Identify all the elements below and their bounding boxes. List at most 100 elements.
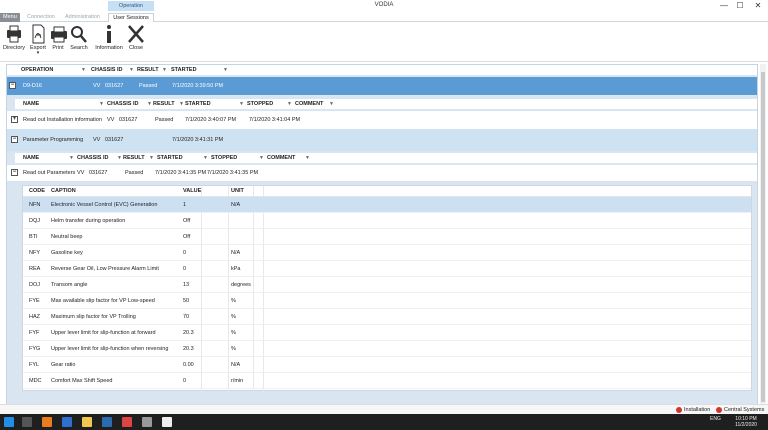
close-button[interactable]: Close [126,24,146,58]
expand-icon[interactable]: + [11,116,18,123]
filter-icon[interactable]: ▼ [259,153,264,163]
col-result[interactable]: RESULT [153,99,175,109]
installation-status[interactable]: Installation [676,406,710,414]
parameter-row[interactable]: FYG Upper lever limit for slip-function w… [23,341,751,357]
ribbon-tabs: Menu Connection Administration User Sess… [0,12,768,22]
search-button[interactable]: Search [70,24,88,58]
col-started[interactable]: STARTED [185,99,211,109]
language-indicator[interactable]: ENG [710,416,721,422]
col-comment[interactable]: COMMENT [267,153,295,163]
filter-icon[interactable]: ▼ [129,65,134,75]
filter-icon[interactable]: ▼ [117,153,122,163]
filter-icon[interactable]: ▼ [99,99,104,109]
col-name[interactable]: NAME [23,99,39,109]
parameter-row[interactable]: DQJ Helm transfer during operation Off [23,213,751,229]
filter-icon[interactable]: ▼ [69,153,74,163]
word-icon[interactable] [102,417,112,427]
param-value: 13 [183,282,190,288]
col-comment[interactable]: COMMENT [295,99,323,109]
col-chassis-id[interactable]: CHASSIS ID [107,99,138,109]
collapse-icon[interactable]: − [11,169,18,176]
tab-administration[interactable]: Administration [62,13,103,22]
central-systems-status-icon [716,406,722,413]
taskview-icon[interactable] [22,417,32,427]
close-window-button[interactable]: ✕ [752,1,764,10]
table-row[interactable]: − D9-D16 VV 031627 Passed 7/1/2020 3:39:… [7,77,757,95]
start-icon[interactable] [4,417,14,427]
col-unit[interactable]: UNIT [231,186,244,197]
col-started[interactable]: STARTED [157,153,183,163]
filter-icon[interactable]: ▼ [162,65,167,75]
stopped: 7/1/2020 3:41:04 PM [249,117,301,123]
print-button[interactable]: Print [50,24,67,58]
filter-icon[interactable]: ▼ [329,99,334,109]
tab-user-sessions[interactable]: User Sessions [108,13,154,22]
param-unit: N/A [231,362,241,368]
col-started[interactable]: STARTED [171,65,197,75]
export-button[interactable]: Export ▾ [28,24,48,58]
parameter-row[interactable]: REA Reverse Gear Oil, Low Pressure Alarm … [23,261,751,277]
vodia-taskbar-icon[interactable] [162,417,172,427]
explorer-icon[interactable] [82,417,92,427]
tab-connection[interactable]: Connection [24,13,58,22]
export-dropdown-icon[interactable]: ▾ [28,51,48,56]
parameter-row[interactable]: BTI Neutral beep Off [23,229,751,245]
minimize-button[interactable]: — [718,1,730,10]
col-result[interactable]: RESULT [137,65,159,75]
col-name[interactable]: NAME [23,153,39,163]
collapse-icon[interactable]: − [11,136,18,143]
filter-icon[interactable]: ▼ [305,153,310,163]
parameter-row[interactable]: FYE Max available slip factor for VP Low-… [23,293,751,309]
col-code[interactable]: CODE [29,186,45,197]
information-label: Information [95,45,123,51]
col-operation[interactable]: OPERATION [21,65,53,75]
param-caption: Maximum slip factor for VP Trolling [51,314,136,320]
information-button[interactable]: Information [94,24,124,58]
context-tab-group-operation: Operation [108,1,154,11]
filter-icon[interactable]: ▼ [287,99,292,109]
maximize-button[interactable]: ☐ [734,1,746,10]
parameter-row[interactable]: HAZ Maximum slip factor for VP Trolling 70… [23,309,751,325]
col-value[interactable]: VALUE [183,186,201,197]
filter-icon[interactable]: ▼ [239,99,244,109]
central-systems-status[interactable]: Central Systems [716,406,764,414]
col-stopped[interactable]: STOPPED [247,99,273,109]
param-code: FYG [29,346,41,352]
filter-icon[interactable]: ▼ [149,153,154,163]
table-row[interactable]: + Read out Installation information VV 0… [7,111,757,129]
table-row[interactable]: − Read out Parameters VV 031627 Passed 7… [7,165,757,181]
firefox-icon[interactable] [42,417,52,427]
parameter-row[interactable]: FYF Upper lever limit for slip-function a… [23,325,751,341]
col-chassis-id[interactable]: CHASSIS ID [77,153,108,163]
tab-menu[interactable]: Menu [0,13,20,22]
table-row[interactable]: − Parameter Programming VV 031627 7/1/20… [7,129,757,151]
col-result[interactable]: RESULT [123,153,145,163]
param-value: Off [183,234,191,240]
param-code: NFN [29,202,41,208]
filter-icon[interactable]: ▼ [81,65,86,75]
parameter-row[interactable]: FYL Gear ratio 0.00 N/A [23,357,751,373]
filter-icon[interactable]: ▼ [203,153,208,163]
app-icon[interactable] [142,417,152,427]
parameter-row[interactable]: MDC Comfort Max Shift Speed 0 r/min [23,373,751,389]
parameter-row[interactable]: NFY Gasoline key 0 N/A [23,245,751,261]
result: Passed [125,170,144,176]
filter-icon[interactable]: ▼ [147,99,152,109]
filter-icon[interactable]: ▼ [179,99,184,109]
parameter-row[interactable]: NFN Electronic Vessel Control (EVC) Gener… [23,197,751,213]
col-chassis-id[interactable]: CHASSIS ID [91,65,122,75]
vertical-scrollbar[interactable] [760,64,766,410]
col-stopped[interactable]: STOPPED [211,153,237,163]
param-caption: Upper lever limit for slip-function when… [51,346,169,352]
parameter-row[interactable]: DOJ Transom angle 13 degrees [23,277,751,293]
col-caption[interactable]: CAPTION [51,186,76,197]
close-label: Close [128,45,144,51]
edge-icon[interactable] [62,417,72,427]
pdf-icon[interactable] [122,417,132,427]
clock[interactable]: 10:10 PM 11/2/2020 [728,416,764,428]
scrollbar-thumb[interactable] [761,72,765,402]
directory-button[interactable]: Directory [3,24,25,58]
filter-icon[interactable]: ▼ [223,65,228,75]
printer-icon [7,25,21,43]
collapse-icon[interactable]: − [9,82,16,89]
